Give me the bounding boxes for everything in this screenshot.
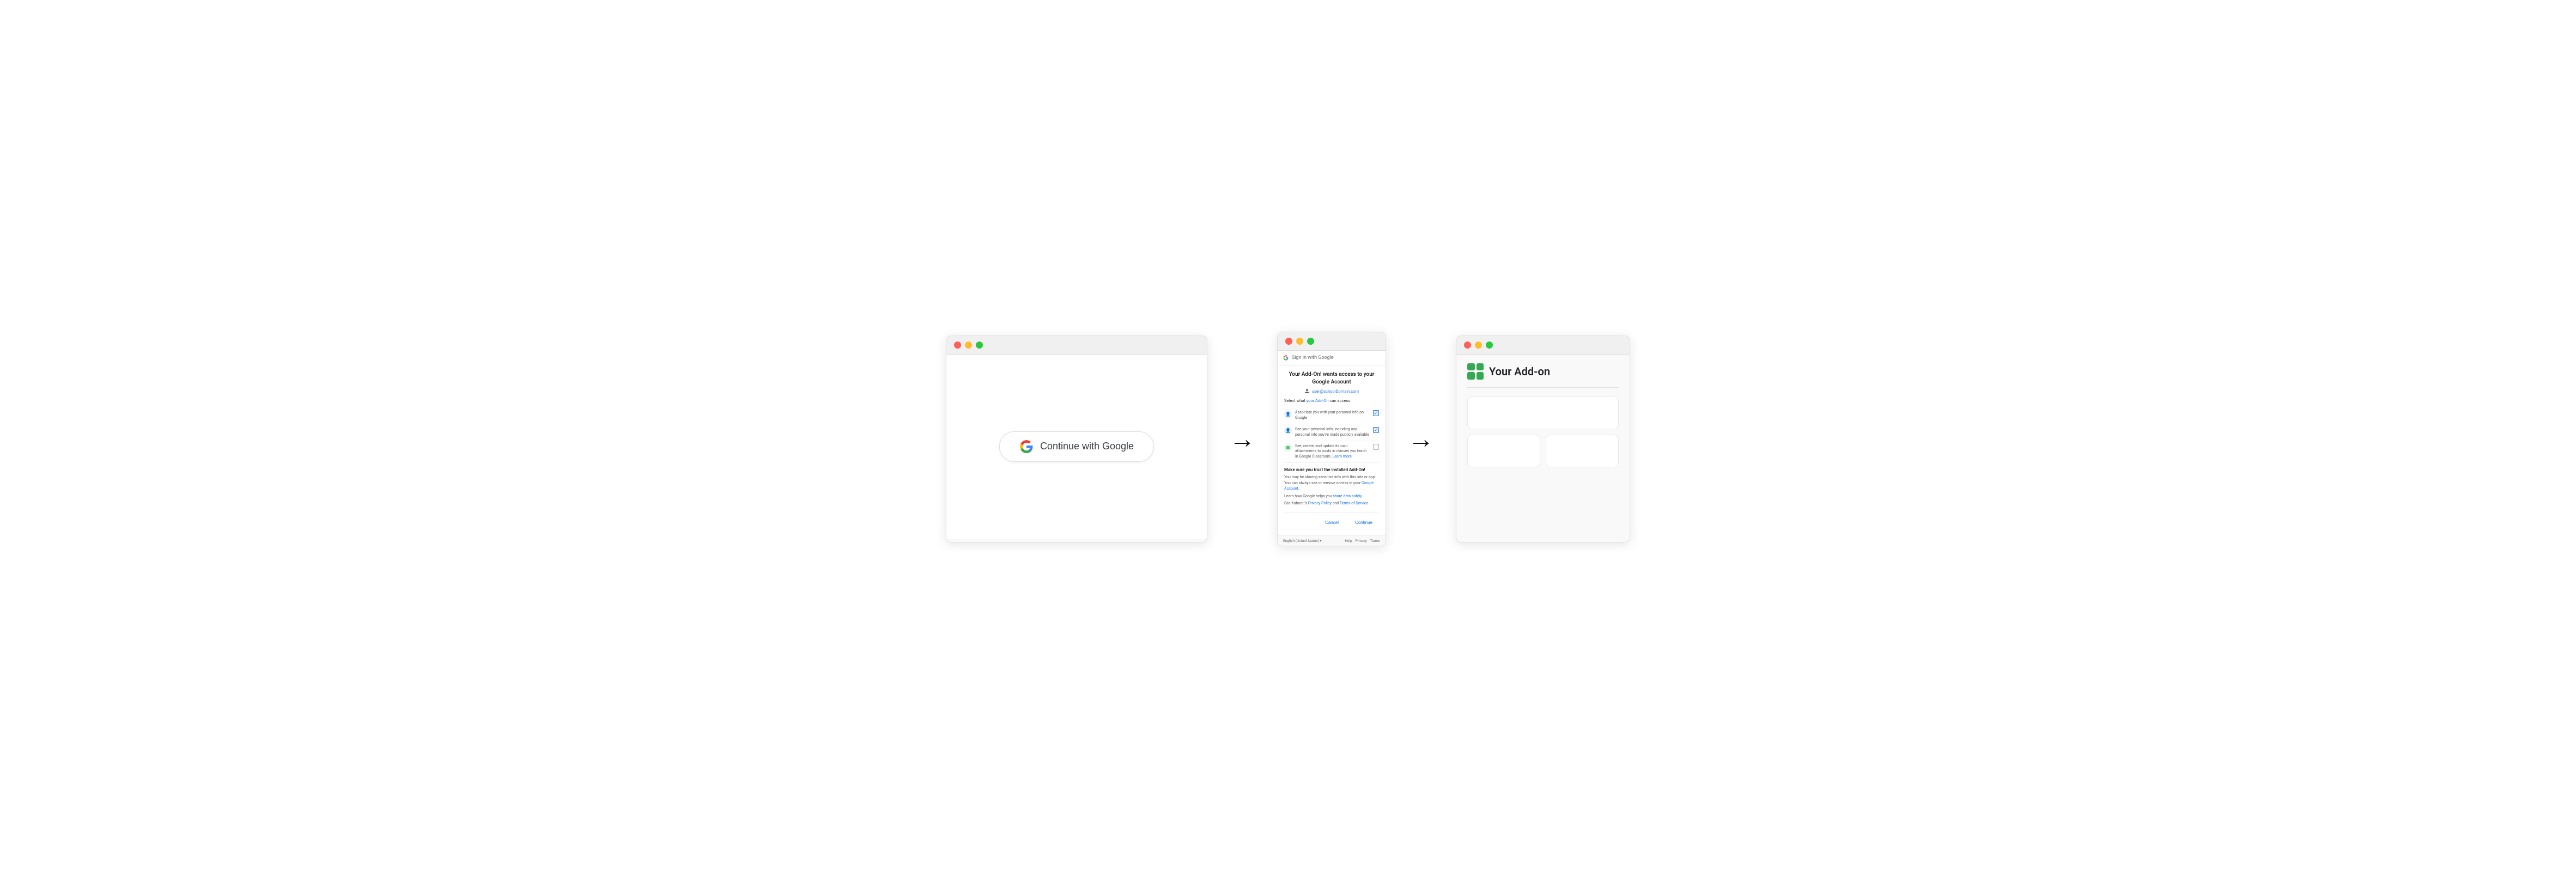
sign-in-google-label: Sign in with Google <box>1292 355 1334 361</box>
perm-label-1: Associate you with your personal info on… <box>1295 410 1370 421</box>
login-window: Continue with Google <box>946 336 1207 542</box>
oauth-header: Sign in with Google <box>1278 351 1386 365</box>
maximize-button-3[interactable] <box>1486 342 1493 349</box>
oauth-content: Sign in with Google Your Add-On! wants a… <box>1278 351 1386 545</box>
maximize-button[interactable] <box>976 342 983 349</box>
trust-text-3: See Kahoot!'s Privacy Policy and Terms o… <box>1284 501 1379 507</box>
addon-cards <box>1467 397 1619 467</box>
oauth-body: Your Add-On! wants access to your Google… <box>1278 365 1386 535</box>
addon-card-2 <box>1467 435 1540 467</box>
arrow-2: → <box>1408 426 1434 452</box>
perm-icon-2: 👤 <box>1284 427 1292 435</box>
minimize-button[interactable] <box>965 342 972 349</box>
oauth-title: Your Add-On! wants access to your Google… <box>1284 371 1379 386</box>
permission-item-3: ▦ See, create, and update its own attach… <box>1284 441 1379 463</box>
login-content: Continue with Google <box>946 355 1207 539</box>
close-button[interactable] <box>954 342 961 349</box>
privacy-link[interactable]: Privacy <box>1356 539 1367 543</box>
addon-card-3 <box>1546 435 1619 467</box>
terms-link[interactable]: Terms <box>1370 539 1380 543</box>
close-button-2[interactable] <box>1285 338 1292 345</box>
addon-content: Your Add-on <box>1456 355 1630 539</box>
cancel-button[interactable]: Cancel <box>1319 517 1345 528</box>
permission-item-1: 👤 Associate you with your personal info … <box>1284 407 1379 424</box>
perm-label-3: See, create, and update its own attachme… <box>1295 444 1370 460</box>
help-link[interactable]: Help <box>1345 539 1352 543</box>
addon-title: Your Add-on <box>1489 365 1550 378</box>
oauth-select-label: Select what your Add-On can access <box>1284 398 1379 403</box>
addon-window: Your Add-on <box>1456 336 1630 542</box>
addon-logo-icon <box>1467 363 1484 380</box>
perm-checkbox-1[interactable]: ✓ <box>1373 410 1379 416</box>
perm-label-2: See your personal info, including any pe… <box>1295 427 1370 438</box>
oauth-email-text: user@schoolDomain.com <box>1312 389 1359 394</box>
arrow-1: → <box>1229 426 1255 452</box>
google-logo-icon <box>1019 440 1034 454</box>
titlebar-2 <box>1278 332 1386 351</box>
titlebar-1 <box>946 336 1207 355</box>
oauth-window: Sign in with Google Your Add-On! wants a… <box>1277 332 1386 546</box>
perm-icon-3: ▦ <box>1284 444 1292 452</box>
user-icon <box>1304 388 1310 394</box>
footer-links: Help Privacy Terms <box>1345 539 1380 543</box>
trust-section: Make sure you trust the installed Add-On… <box>1284 463 1379 513</box>
google-small-icon <box>1283 355 1289 361</box>
minimize-button-2[interactable] <box>1296 338 1303 345</box>
addon-cards-row <box>1467 435 1619 467</box>
maximize-button-2[interactable] <box>1307 338 1314 345</box>
addon-header: Your Add-on <box>1467 363 1619 388</box>
flow-container: Continue with Google → Sign in with Goog… <box>907 332 1669 546</box>
minimize-button-3[interactable] <box>1475 342 1482 349</box>
oauth-email-row: user@schoolDomain.com <box>1284 388 1379 394</box>
google-btn-label: Continue with Google <box>1040 441 1134 452</box>
close-button-3[interactable] <box>1464 342 1471 349</box>
oauth-footer: Cancel Continue <box>1284 513 1379 530</box>
perm-checkbox-3[interactable] <box>1373 444 1379 450</box>
trust-text-1: You may be sharing sensitive info with t… <box>1284 474 1379 492</box>
language-selector[interactable]: English (United States) ▾ <box>1283 539 1322 543</box>
language-bar: English (United States) ▾ Help Privacy T… <box>1278 535 1386 546</box>
perm-icon-1: 👤 <box>1284 410 1292 418</box>
permission-item-2: 👤 See your personal info, including any … <box>1284 424 1379 441</box>
addon-card-1 <box>1467 397 1619 429</box>
trust-title: Make sure you trust the installed Add-On… <box>1284 467 1379 472</box>
continue-button[interactable]: Continue <box>1348 517 1379 528</box>
continue-with-google-button[interactable]: Continue with Google <box>999 431 1154 462</box>
trust-text-2: Learn how Google helps you share data sa… <box>1284 493 1379 499</box>
titlebar-3 <box>1456 336 1630 355</box>
perm-checkbox-2[interactable]: ✓ <box>1373 427 1379 433</box>
